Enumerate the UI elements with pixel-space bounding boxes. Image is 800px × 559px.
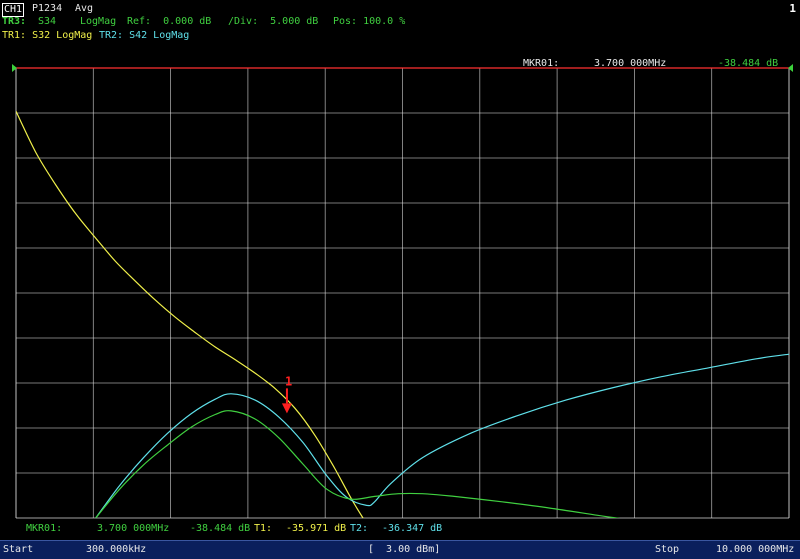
reference-level: Ref: 0.000 dB: [127, 16, 212, 27]
trace2-label[interactable]: TR2: S42 LogMag: [99, 30, 189, 41]
trace1-label[interactable]: TR1: S32 LogMag: [2, 30, 92, 41]
marker-t1-label: T1:: [254, 523, 272, 534]
marker-bottom-label: MKR01:: [26, 523, 62, 534]
marker-bottom-frequency: 3.700 000MHz: [97, 523, 169, 534]
marker-t2-value: -36.347 dB: [382, 523, 442, 534]
sweep-status-bar: Start 300.000kHz [ 3.00 dBm] Stop 10.000…: [0, 540, 800, 559]
averaging-label[interactable]: Avg: [75, 3, 93, 14]
ports-label: P1234: [32, 3, 63, 14]
trace3-param: S34: [38, 16, 57, 27]
marker-top-frequency: 3.700 000MHz: [594, 58, 666, 69]
marker-top-label: MKR01:: [523, 58, 559, 69]
marker-bottom-value: -38.484 dB: [190, 523, 250, 534]
marker-label: 1: [285, 374, 292, 388]
channel-badge[interactable]: CH1: [2, 3, 24, 17]
source-power[interactable]: [ 3.00 dBm]: [368, 541, 440, 559]
marker-top-value: -38.484 dB: [718, 58, 778, 69]
trace-header: CH1 P1234 Avg 1 TR3: S34 LogMag Ref: 0.0…: [0, 0, 800, 44]
marker-t2-label: T2:: [350, 523, 368, 534]
scale-per-division: /Div: 5.000 dB: [228, 16, 319, 27]
stop-label: Stop: [655, 544, 680, 555]
trace3-label[interactable]: TR3:: [2, 16, 26, 27]
s-parameter-chart[interactable]: 1 MKR01: 3.700 000MHz -38.484 dB MKR01: …: [0, 44, 800, 540]
stop-frequency[interactable]: 10.000 000MHz: [716, 541, 794, 559]
start-label: Start: [3, 544, 34, 555]
start-frequency[interactable]: 300.000kHz: [86, 541, 146, 559]
window-number: 1: [789, 2, 796, 15]
trace3-format: LogMag: [80, 16, 117, 27]
reference-position: Pos: 100.0 %: [333, 16, 406, 27]
marker-t1-value: -35.971 dB: [286, 523, 346, 534]
